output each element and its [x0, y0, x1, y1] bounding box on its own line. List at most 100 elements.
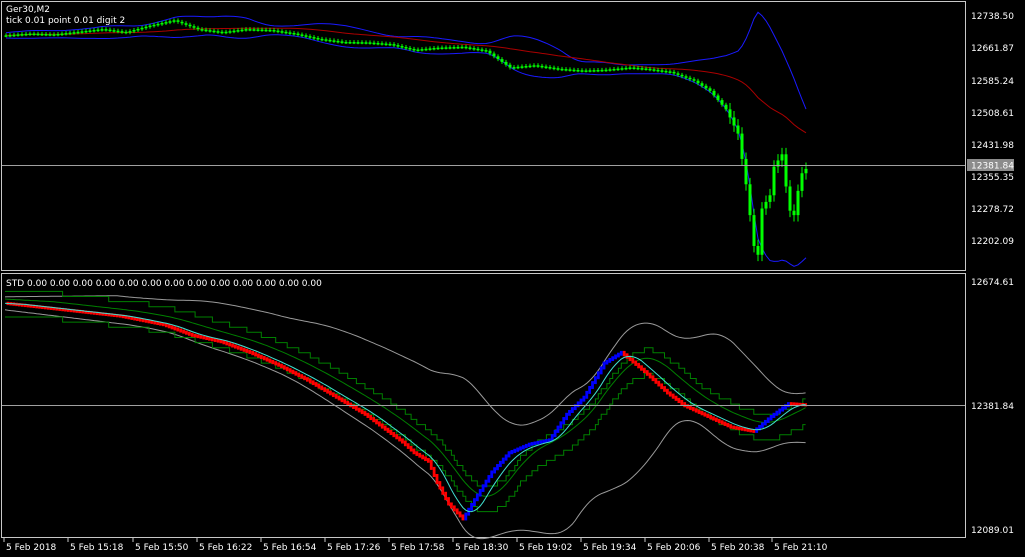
renko-brick[interactable]	[648, 372, 652, 379]
renko-brick[interactable]	[723, 421, 727, 426]
renko-brick[interactable]	[291, 369, 295, 375]
renko-brick[interactable]	[282, 365, 286, 370]
renko-brick[interactable]	[257, 353, 260, 358]
renko-brick[interactable]	[513, 448, 517, 454]
renko-brick[interactable]	[392, 432, 396, 438]
renko-brick[interactable]	[401, 438, 404, 444]
renko-brick[interactable]	[357, 407, 361, 413]
renko-brick[interactable]	[510, 450, 514, 455]
renko-brick[interactable]	[349, 402, 352, 408]
renko-brick[interactable]	[619, 350, 623, 356]
renko-brick[interactable]	[666, 388, 669, 395]
renko-brick[interactable]	[190, 332, 194, 337]
renko-brick[interactable]	[412, 448, 416, 455]
renko-brick[interactable]	[326, 388, 329, 394]
renko-brick[interactable]	[712, 416, 715, 421]
renko-brick[interactable]	[726, 422, 730, 428]
renko-brick[interactable]	[660, 383, 664, 390]
renko-brick[interactable]	[738, 426, 741, 431]
renko-brick[interactable]	[464, 512, 468, 521]
renko-brick[interactable]	[182, 329, 185, 334]
renko-brick[interactable]	[533, 441, 537, 446]
renko-brick[interactable]	[378, 421, 381, 427]
renko-brick[interactable]	[709, 414, 712, 420]
renko-brick[interactable]	[594, 376, 597, 385]
renko-brick[interactable]	[398, 436, 401, 442]
renko-brick[interactable]	[694, 408, 698, 413]
renko-brick[interactable]	[450, 502, 453, 509]
renko-brick[interactable]	[173, 326, 177, 331]
renko-brick[interactable]	[781, 406, 784, 412]
renko-brick[interactable]	[625, 353, 629, 359]
renko-brick[interactable]	[179, 328, 183, 333]
renko-brick[interactable]	[389, 429, 393, 436]
renko-brick[interactable]	[484, 479, 488, 488]
renko-brick[interactable]	[435, 474, 439, 485]
renko-brick[interactable]	[536, 440, 540, 445]
renko-brick[interactable]	[608, 358, 612, 363]
renko-brick[interactable]	[360, 409, 364, 415]
renko-brick[interactable]	[426, 458, 430, 463]
renko-brick[interactable]	[470, 502, 473, 511]
renko-brick[interactable]	[565, 412, 568, 421]
renko-brick[interactable]	[297, 372, 301, 378]
renko-brick[interactable]	[522, 445, 525, 450]
renko-brick[interactable]	[340, 397, 344, 403]
renko-brick[interactable]	[320, 385, 324, 391]
renko-brick[interactable]	[786, 402, 790, 408]
renko-brick[interactable]	[778, 408, 782, 414]
renko-brick[interactable]	[582, 395, 586, 402]
renko-brick[interactable]	[631, 358, 635, 364]
renko-brick[interactable]	[691, 406, 695, 412]
renko-brick[interactable]	[354, 405, 358, 411]
renko-brick[interactable]	[576, 401, 580, 408]
renko-brick[interactable]	[651, 375, 655, 382]
renko-brick[interactable]	[683, 402, 687, 408]
renko-brick[interactable]	[268, 358, 272, 363]
renko-brick[interactable]	[524, 443, 528, 449]
renko-brick[interactable]	[478, 488, 482, 497]
renko-brick[interactable]	[579, 398, 583, 405]
renko-brick[interactable]	[288, 368, 292, 373]
renko-brick[interactable]	[504, 454, 508, 461]
renko-brick[interactable]	[236, 345, 240, 350]
renko-brick[interactable]	[234, 344, 237, 349]
renko-brick[interactable]	[475, 493, 479, 502]
renko-brick[interactable]	[196, 334, 200, 339]
renko-brick[interactable]	[170, 325, 174, 330]
renko-brick[interactable]	[591, 381, 594, 389]
renko-brick[interactable]	[306, 377, 309, 382]
renko-brick[interactable]	[553, 429, 557, 438]
renko-brick[interactable]	[686, 404, 689, 409]
renko-brick[interactable]	[657, 380, 661, 387]
renko-brick[interactable]	[432, 466, 436, 478]
renko-brick[interactable]	[617, 352, 620, 358]
renko-brick[interactable]	[493, 467, 496, 474]
renko-brick[interactable]	[461, 514, 465, 521]
renko-brick[interactable]	[490, 470, 494, 479]
renko-brick[interactable]	[735, 426, 738, 430]
renko-brick[interactable]	[331, 392, 335, 398]
renko-brick[interactable]	[501, 457, 505, 464]
renko-brick[interactable]	[231, 343, 234, 348]
renko-brick[interactable]	[530, 442, 534, 446]
renko-brick[interactable]	[317, 383, 321, 389]
renko-brick[interactable]	[167, 324, 171, 329]
renko-brick[interactable]	[228, 342, 232, 347]
renko-brick[interactable]	[406, 443, 410, 449]
renko-brick[interactable]	[403, 440, 407, 447]
renko-brick[interactable]	[366, 412, 370, 418]
renko-brick[interactable]	[671, 393, 675, 399]
renko-brick[interactable]	[677, 397, 681, 404]
renko-brick[interactable]	[697, 409, 701, 414]
renko-brick[interactable]	[614, 354, 617, 360]
renko-brick[interactable]	[285, 366, 289, 372]
trading-chart[interactable]: 12738.50 12661.87 12585.24 12508.61 1243…	[0, 0, 1025, 557]
renko-brick[interactable]	[346, 400, 350, 406]
renko-brick[interactable]	[429, 459, 433, 470]
renko-brick[interactable]	[668, 391, 672, 397]
renko-brick[interactable]	[251, 350, 255, 356]
renko-brick[interactable]	[717, 418, 721, 424]
renko-brick[interactable]	[343, 399, 347, 404]
renko-brick[interactable]	[193, 333, 197, 338]
